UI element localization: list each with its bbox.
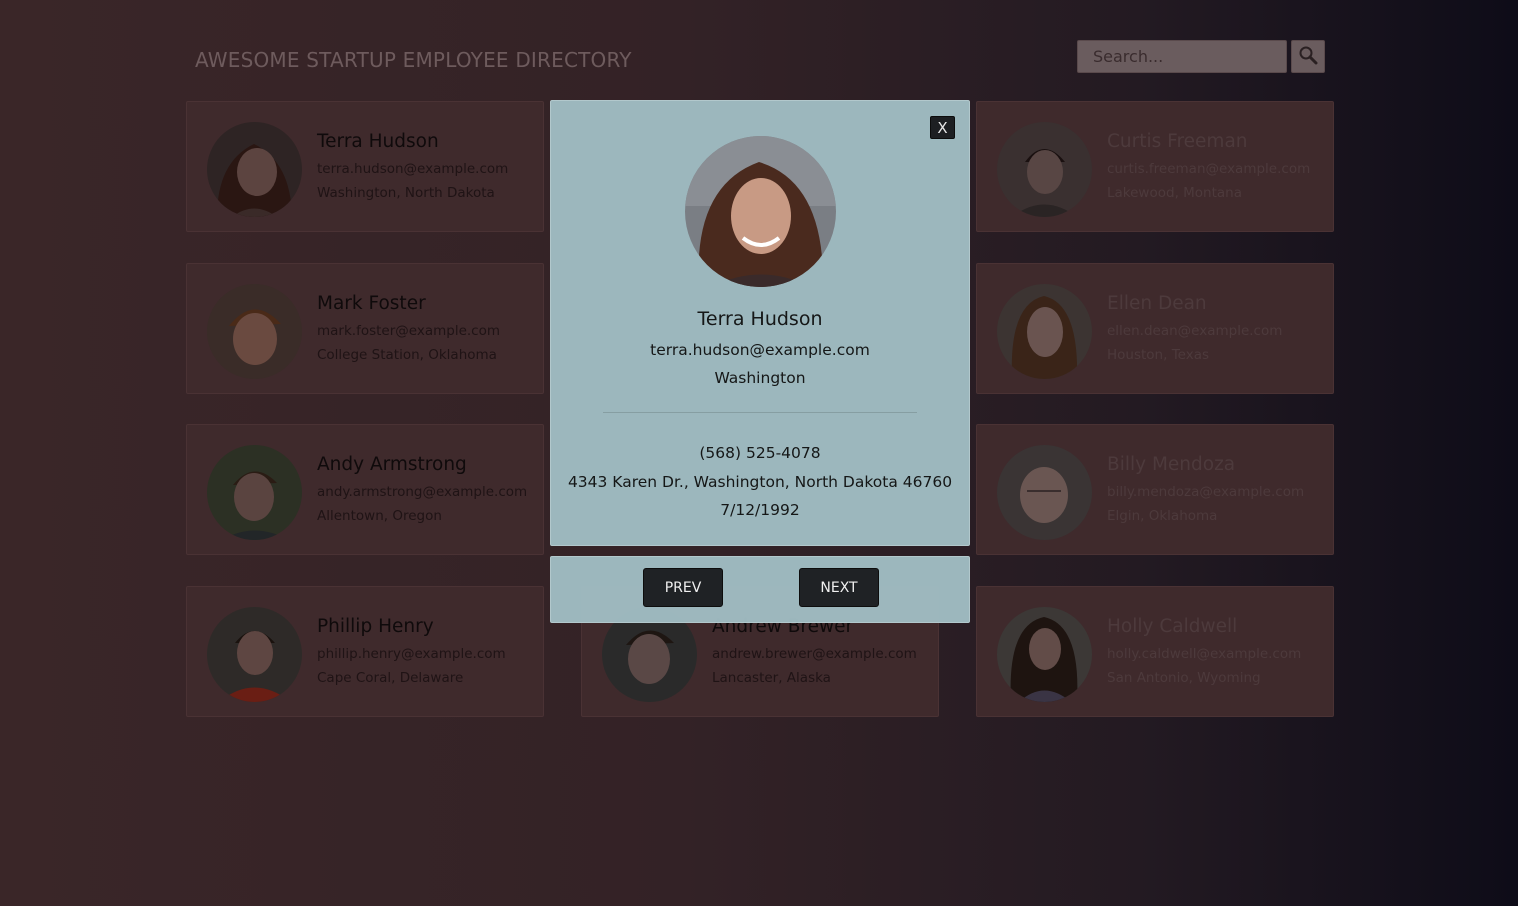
employee-name: Mark Foster [317,293,426,314]
avatar [207,122,302,217]
modal-name: Terra Hudson [697,308,823,330]
modal-email: terra.hudson@example.com [650,341,870,359]
avatar [997,607,1092,702]
employee-card[interactable]: Billy Mendoza billy.mendoza@example.com … [976,424,1334,555]
employee-location: Cape Coral, Delaware [317,670,464,686]
employee-card[interactable]: Phillip Henry phillip.henry@example.com … [186,586,544,717]
employee-location: Lakewood, Montana [1107,185,1243,201]
employee-location: College Station, Oklahoma [317,347,497,363]
employee-email: andrew.brewer@example.com [712,646,917,662]
search-input[interactable] [1077,40,1287,73]
next-button[interactable]: NEXT [799,568,879,607]
employee-card[interactable]: Mark Foster mark.foster@example.com Coll… [186,263,544,394]
employee-email: andy.armstrong@example.com [317,484,528,500]
employee-email: holly.caldwell@example.com [1107,646,1302,662]
employee-card[interactable]: Terra Hudson terra.hudson@example.com Wa… [186,101,544,232]
avatar [207,284,302,379]
employee-location: Elgin, Oklahoma [1107,508,1218,524]
avatar [997,284,1092,379]
employee-card[interactable]: Holly Caldwell holly.caldwell@example.co… [976,586,1334,717]
employee-name: Holly Caldwell [1107,616,1238,637]
modal-birthday: 7/12/1992 [720,501,800,519]
employee-email: curtis.freeman@example.com [1107,161,1311,177]
employee-location: Lancaster, Alaska [712,670,831,686]
employee-location: Washington, North Dakota [317,185,495,201]
employee-name: Ellen Dean [1107,293,1207,314]
employee-location: Allentown, Oregon [317,508,442,524]
employee-name: Terra Hudson [317,131,439,152]
employee-email: terra.hudson@example.com [317,161,509,177]
avatar [997,445,1092,540]
employee-location: San Antonio, Wyoming [1107,670,1261,686]
employee-card[interactable]: Ellen Dean ellen.dean@example.com Housto… [976,263,1334,394]
employee-name: Phillip Henry [317,616,434,637]
page-title: AWESOME STARTUP EMPLOYEE DIRECTORY [195,48,632,72]
employee-email: ellen.dean@example.com [1107,323,1283,339]
employee-email: mark.foster@example.com [317,323,501,339]
employee-directory-page: AWESOME STARTUP EMPLOYEE DIRECTORY Terra… [0,0,1518,906]
avatar [207,445,302,540]
employee-name: Curtis Freeman [1107,131,1248,152]
employee-email: billy.mendoza@example.com [1107,484,1305,500]
employee-detail-modal: X Terra Hudson terra.hudson@example.com … [550,100,970,546]
close-icon: X [937,118,948,137]
divider [603,412,917,413]
prev-button[interactable]: PREV [643,568,723,607]
avatar [997,122,1092,217]
avatar [207,607,302,702]
search-icon [1298,45,1318,69]
close-button[interactable]: X [930,116,955,139]
employee-card[interactable]: Andy Armstrong andy.armstrong@example.co… [186,424,544,555]
modal-address: 4343 Karen Dr., Washington, North Dakota… [567,473,953,491]
search-button[interactable] [1291,40,1325,73]
modal-city: Washington [714,369,806,387]
employee-email: phillip.henry@example.com [317,646,506,662]
employee-name: Andy Armstrong [317,454,467,475]
modal-avatar [685,136,836,287]
employee-location: Houston, Texas [1107,347,1210,363]
modal-navigation: PREV NEXT [550,556,970,623]
employee-card[interactable]: Curtis Freeman curtis.freeman@example.co… [976,101,1334,232]
employee-name: Billy Mendoza [1107,454,1236,475]
modal-phone: (568) 525-4078 [699,444,821,462]
